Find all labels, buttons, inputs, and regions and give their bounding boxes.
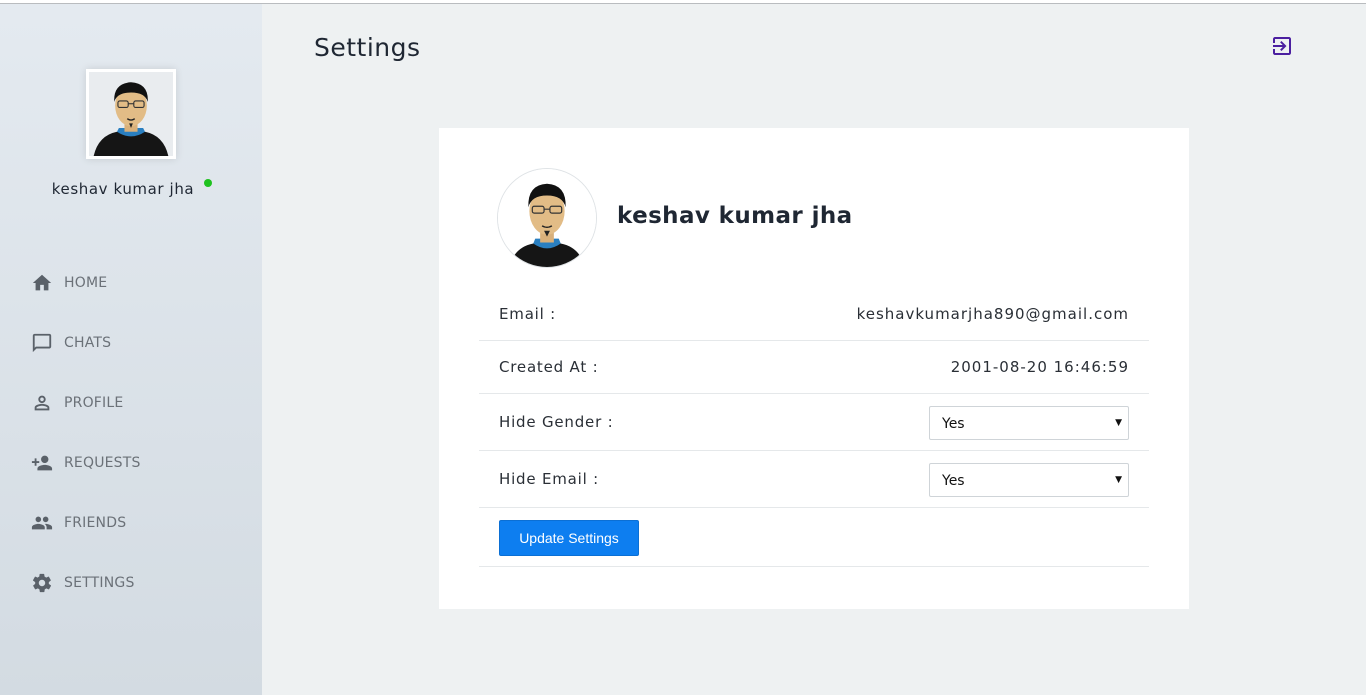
settings-card: keshav kumar jha Email : keshavkumarjha8… xyxy=(439,128,1189,609)
dropdown-arrow-icon: ▼ xyxy=(1115,475,1122,485)
people-icon xyxy=(30,511,54,535)
sidebar: keshav kumar jha HOME CHATS PROFILE REQU… xyxy=(0,4,262,695)
sidebar-item-profile[interactable]: PROFILE xyxy=(30,388,123,418)
row-divider xyxy=(680,288,684,340)
row-divider xyxy=(680,341,684,393)
sidebar-item-chats[interactable]: CHATS xyxy=(30,328,111,358)
sidebar-item-friends[interactable]: FRIENDS xyxy=(30,508,126,538)
chat-bubble-icon xyxy=(30,331,54,355)
add-friend-icon xyxy=(30,451,54,475)
hide-gender-selected-value: Yes xyxy=(942,416,965,432)
sidebar-item-label: HOME xyxy=(64,275,108,291)
avatar-cartoon-image xyxy=(498,169,596,267)
hide-gender-row: Hide Gender : Yes ▼ xyxy=(479,394,1149,451)
hide-email-selected-value: Yes xyxy=(942,473,965,489)
created-at-value: 2001-08-20 16:46:59 xyxy=(950,358,1129,376)
sidebar-item-label: FRIENDS xyxy=(64,515,127,531)
sidebar-item-settings[interactable]: SETTINGS xyxy=(30,568,135,598)
sidebar-item-label: CHATS xyxy=(64,335,112,351)
avatar-cartoon-image xyxy=(89,72,173,156)
actions-row: Update Settings xyxy=(479,508,1149,567)
created-at-row: Created At : 2001-08-20 16:46:59 xyxy=(479,341,1149,394)
online-status-dot xyxy=(204,179,212,187)
hide-gender-select[interactable]: Yes ▼ xyxy=(929,406,1129,440)
gear-icon xyxy=(30,571,54,595)
sidebar-item-label: SETTINGS xyxy=(64,575,135,591)
home-icon xyxy=(30,271,54,295)
created-at-label: Created At : xyxy=(499,358,599,376)
logout-icon xyxy=(1273,37,1291,55)
email-value: keshavkumarjha890@gmail.com xyxy=(856,305,1129,323)
row-divider xyxy=(680,394,684,450)
logout-button[interactable] xyxy=(1270,34,1294,58)
profile-user-name: keshav kumar jha xyxy=(617,203,853,229)
hide-gender-label: Hide Gender : xyxy=(499,413,614,431)
sidebar-item-label: PROFILE xyxy=(64,395,124,411)
update-settings-button[interactable]: Update Settings xyxy=(499,520,639,556)
hide-email-row: Hide Email : Yes ▼ xyxy=(479,451,1149,508)
profile-avatar xyxy=(497,168,597,268)
page-title: Settings xyxy=(314,33,421,62)
sidebar-item-requests[interactable]: REQUESTS xyxy=(30,448,141,478)
email-label: Email : xyxy=(499,305,557,323)
sidebar-item-label: REQUESTS xyxy=(64,455,141,471)
row-divider xyxy=(680,451,684,507)
sidebar-item-home[interactable]: HOME xyxy=(30,268,107,298)
dropdown-arrow-icon: ▼ xyxy=(1115,418,1122,428)
hide-email-label: Hide Email : xyxy=(499,470,600,488)
hide-email-select[interactable]: Yes ▼ xyxy=(929,463,1129,497)
sidebar-avatar[interactable] xyxy=(86,69,176,159)
email-row: Email : keshavkumarjha890@gmail.com xyxy=(479,288,1149,341)
person-icon xyxy=(30,391,54,415)
